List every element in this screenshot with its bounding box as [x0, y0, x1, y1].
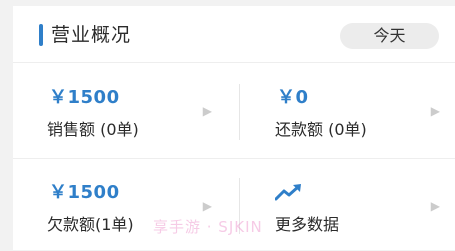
repayment-amount-value: ￥0: [277, 87, 309, 108]
sales-amount-label: 销售额 (0单): [47, 120, 139, 139]
card-header: 营业概况 今天: [13, 6, 455, 62]
debt-amount-value: ￥1500: [49, 182, 120, 203]
repayment-amount-cell[interactable]: ￥0 还款额 (0单) ▶: [241, 66, 454, 156]
repayment-amount-label: 还款额 (0单): [275, 120, 367, 139]
debt-amount-label: 欠款额(1单): [47, 215, 134, 234]
vertical-divider: [239, 84, 240, 140]
trending-up-icon: [275, 184, 301, 201]
debt-amount-cell[interactable]: ￥1500 欠款额(1单) ▶: [13, 161, 226, 251]
chevron-right-icon: ▶: [202, 199, 212, 213]
title-accent-bar: [39, 24, 43, 46]
divider: [13, 158, 455, 159]
date-filter-button[interactable]: 今天: [340, 23, 439, 49]
chevron-right-icon: ▶: [430, 199, 440, 213]
chevron-right-icon: ▶: [430, 104, 440, 118]
sales-amount-cell[interactable]: ￥1500 销售额 (0单) ▶: [13, 66, 226, 156]
sales-amount-value: ￥1500: [49, 87, 120, 108]
watermark-text: 享手游 · SJKIN: [153, 218, 263, 236]
divider: [13, 62, 455, 63]
card-title: 营业概况: [51, 24, 132, 46]
more-data-label: 更多数据: [275, 215, 340, 234]
chevron-right-icon: ▶: [202, 104, 212, 118]
more-data-cell[interactable]: 更多数据 ▶: [241, 161, 454, 251]
business-overview-card: 营业概况 今天 ￥1500 销售额 (0单) ▶ ￥0 还款额 (0单) ▶ ￥…: [13, 6, 455, 250]
